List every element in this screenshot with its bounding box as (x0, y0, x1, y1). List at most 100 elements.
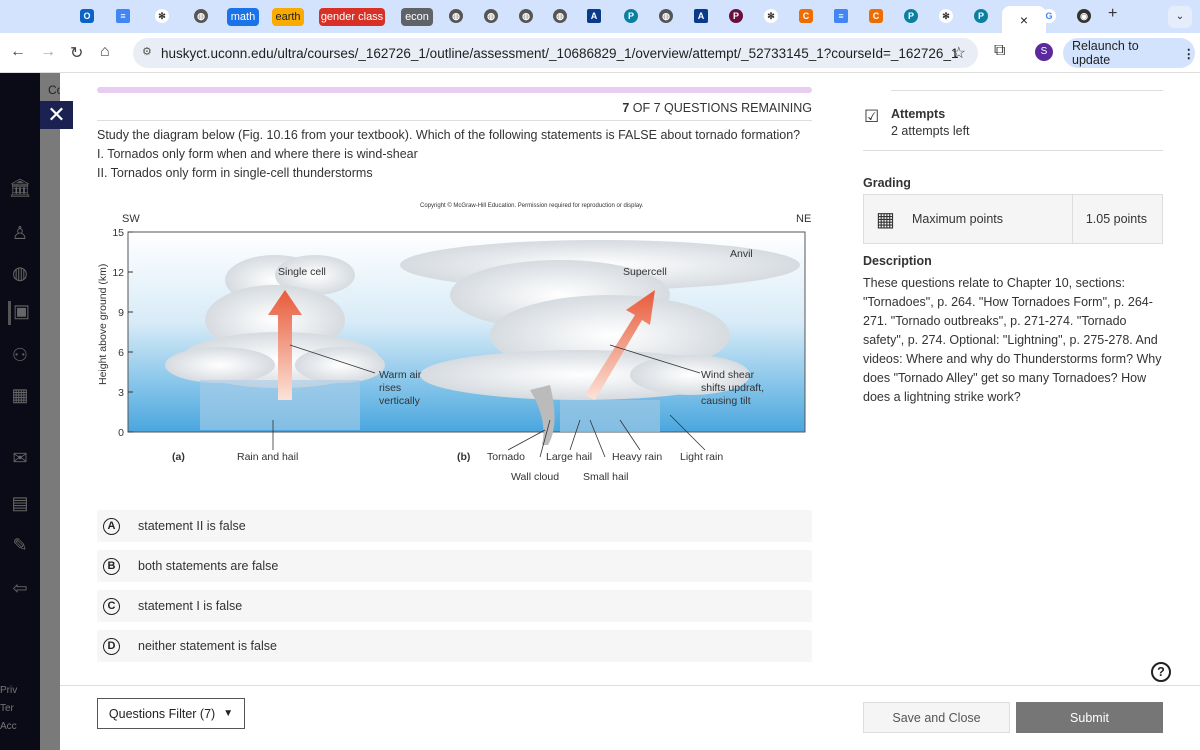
app-tab-icon[interactable]: A (694, 9, 708, 23)
help-button[interactable]: ? (1151, 662, 1171, 682)
tab-search-chevron-icon[interactable]: ⌄ (1168, 6, 1192, 28)
precipitation-area (560, 400, 660, 432)
profile-icon[interactable]: ♙ (8, 223, 32, 247)
globe-tab-icon[interactable]: ◍ (519, 9, 533, 23)
tab-group-earth[interactable]: earth (272, 8, 304, 26)
light-rain-label: Light rain (680, 451, 723, 463)
close-tab-icon[interactable]: × (1020, 12, 1028, 28)
small-hail-label: Small hail (583, 471, 629, 483)
globe-tab-icon[interactable]: ◍ (553, 9, 567, 23)
url-text: huskyct.uconn.edu/ultra/courses/_162726_… (161, 46, 959, 61)
pearson-tab-icon[interactable]: P (974, 9, 988, 23)
close-icon: ✕ (47, 102, 66, 127)
relaunch-button[interactable]: Relaunch to update ⋮ (1063, 38, 1195, 68)
address-toolbar: ← → ↻ ⌂ ⚙ huskyct.uconn.edu/ultra/course… (0, 33, 1200, 73)
answer-option-c[interactable]: Cstatement I is false (97, 590, 812, 622)
anvil-label: Anvil (730, 248, 753, 260)
grading-title: Grading (863, 176, 911, 190)
wind-shear-label-3: causing tilt (701, 395, 751, 407)
docs-tab-icon[interactable]: ≡ (834, 9, 848, 23)
course-sidebar: 🏛 ♙ ◍ ▣ ⚇ ▦ ✉ ▤ ✎ ⇦ Priv Ter Acc (0, 73, 40, 750)
max-points-box: ▦ Maximum points 1.05 points (863, 194, 1163, 244)
tab-strip: O ≡ ✻ ◍ math earth gender class econ ◍ ◍… (0, 0, 1200, 33)
answer-option-a[interactable]: Astatement II is false (97, 510, 812, 542)
close-panel-button[interactable]: ✕ (40, 101, 73, 129)
pearson-tab-icon[interactable]: P (904, 9, 918, 23)
divider (863, 150, 1163, 151)
edit-icon[interactable]: ✎ (8, 535, 32, 559)
question-statement-2: II. Tornados only form in single-cell th… (97, 166, 373, 180)
warm-air-label-1: Warm air (379, 369, 422, 381)
wind-shear-label-2: shifts updraft, (701, 382, 764, 394)
calendar-icon[interactable]: ▦ (8, 385, 32, 409)
question-prompt: Study the diagram below (Fig. 10.16 from… (97, 128, 801, 142)
forward-icon[interactable]: → (40, 43, 56, 61)
questions-filter-dropdown[interactable]: Questions Filter (7) ▼ (97, 698, 245, 729)
ne-label: NE (796, 213, 811, 225)
terms-link[interactable]: Ter (0, 703, 14, 714)
heavy-rain-label: Heavy rain (612, 451, 662, 463)
attempts-icon: ☑ (864, 107, 880, 126)
tornado-label: Tornado (487, 451, 525, 463)
institution-icon[interactable]: 🏛 (8, 178, 32, 202)
new-tab-button[interactable]: + (1108, 5, 1117, 23)
active-tab[interactable]: × (1002, 6, 1046, 33)
courses-icon[interactable]: ▣ (8, 301, 32, 325)
site-settings-icon[interactable]: ⚙ (142, 45, 152, 58)
bookmark-star-icon[interactable]: ☆ (952, 43, 966, 63)
groups-icon[interactable]: ⚇ (8, 345, 32, 369)
accessibility-link[interactable]: Acc (0, 721, 17, 732)
chatgpt-tab-icon[interactable]: ✻ (155, 9, 169, 23)
page-overlay: Co (40, 73, 63, 750)
attempts-title: Attempts (891, 107, 946, 121)
answer-option-b[interactable]: Bboth statements are false (97, 550, 812, 582)
chegg-tab-icon[interactable]: C (869, 9, 883, 23)
option-text: both statements are false (138, 559, 279, 573)
reload-icon[interactable]: ↻ (70, 43, 83, 63)
globe-tab-icon[interactable]: ◍ (194, 9, 208, 23)
globe-tab-icon[interactable]: ◍ (659, 9, 673, 23)
sign-out-icon[interactable]: ⇦ (8, 578, 32, 602)
chatgpt-tab-icon[interactable]: ✻ (764, 9, 778, 23)
outlook-tab-icon[interactable]: O (80, 9, 94, 23)
globe-tab-icon[interactable]: ◍ (449, 9, 463, 23)
app-tab-icon[interactable]: A (587, 9, 601, 23)
filter-label: Questions Filter (7) (108, 706, 216, 721)
y-axis-label: Height above ground (km) (97, 264, 109, 385)
option-letter: B (103, 557, 120, 575)
google-tab-icon[interactable]: G (1042, 9, 1056, 23)
home-icon[interactable]: ⌂ (100, 43, 110, 61)
extensions-icon[interactable]: ⧉ (994, 42, 1005, 60)
panel-b-label: (b) (457, 451, 470, 463)
answer-option-d[interactable]: Dneither statement is false (97, 630, 812, 662)
y-tick-label: 0 (118, 427, 124, 439)
relaunch-label: Relaunch to update (1072, 39, 1139, 67)
more-menu-icon[interactable]: ⋮ (1183, 46, 1196, 61)
caret-down-icon: ▼ (223, 708, 234, 719)
url-input[interactable]: ⚙ huskyct.uconn.edu/ultra/courses/_16272… (133, 38, 978, 68)
back-icon[interactable]: ← (10, 43, 26, 61)
grades-icon[interactable]: ▤ (8, 493, 32, 517)
submit-button[interactable]: Submit (1016, 702, 1163, 733)
chegg-tab-icon[interactable]: C (799, 9, 813, 23)
save-and-close-button[interactable]: Save and Close (863, 702, 1010, 733)
globe-tab-icon[interactable]: ◍ (484, 9, 498, 23)
profile-avatar[interactable]: S (1035, 43, 1053, 61)
globe-icon[interactable]: ◍ (8, 263, 32, 287)
docs-tab-icon[interactable]: ≡ (116, 9, 130, 23)
pearson-tab-icon[interactable]: P (729, 9, 743, 23)
description-title: Description (863, 254, 932, 268)
tab-group-gender-class[interactable]: gender class (319, 8, 385, 26)
rubric-icon: ▦ (876, 209, 895, 231)
privacy-link[interactable]: Priv (0, 685, 17, 696)
chatgpt-tab-icon[interactable]: ✻ (939, 9, 953, 23)
messages-icon[interactable]: ✉ (8, 448, 32, 472)
y-tick-label: 3 (118, 387, 124, 399)
chrome-tab-icon[interactable]: ◉ (1077, 9, 1091, 23)
option-letter: C (103, 597, 120, 615)
supercell-label: Supercell (623, 266, 667, 278)
tab-group-econ[interactable]: econ (401, 8, 433, 26)
pearson-tab-icon[interactable]: P (624, 9, 638, 23)
tab-group-math[interactable]: math (227, 8, 259, 26)
copyright-note: Copyright © McGraw-Hill Education. Permi… (420, 202, 644, 209)
